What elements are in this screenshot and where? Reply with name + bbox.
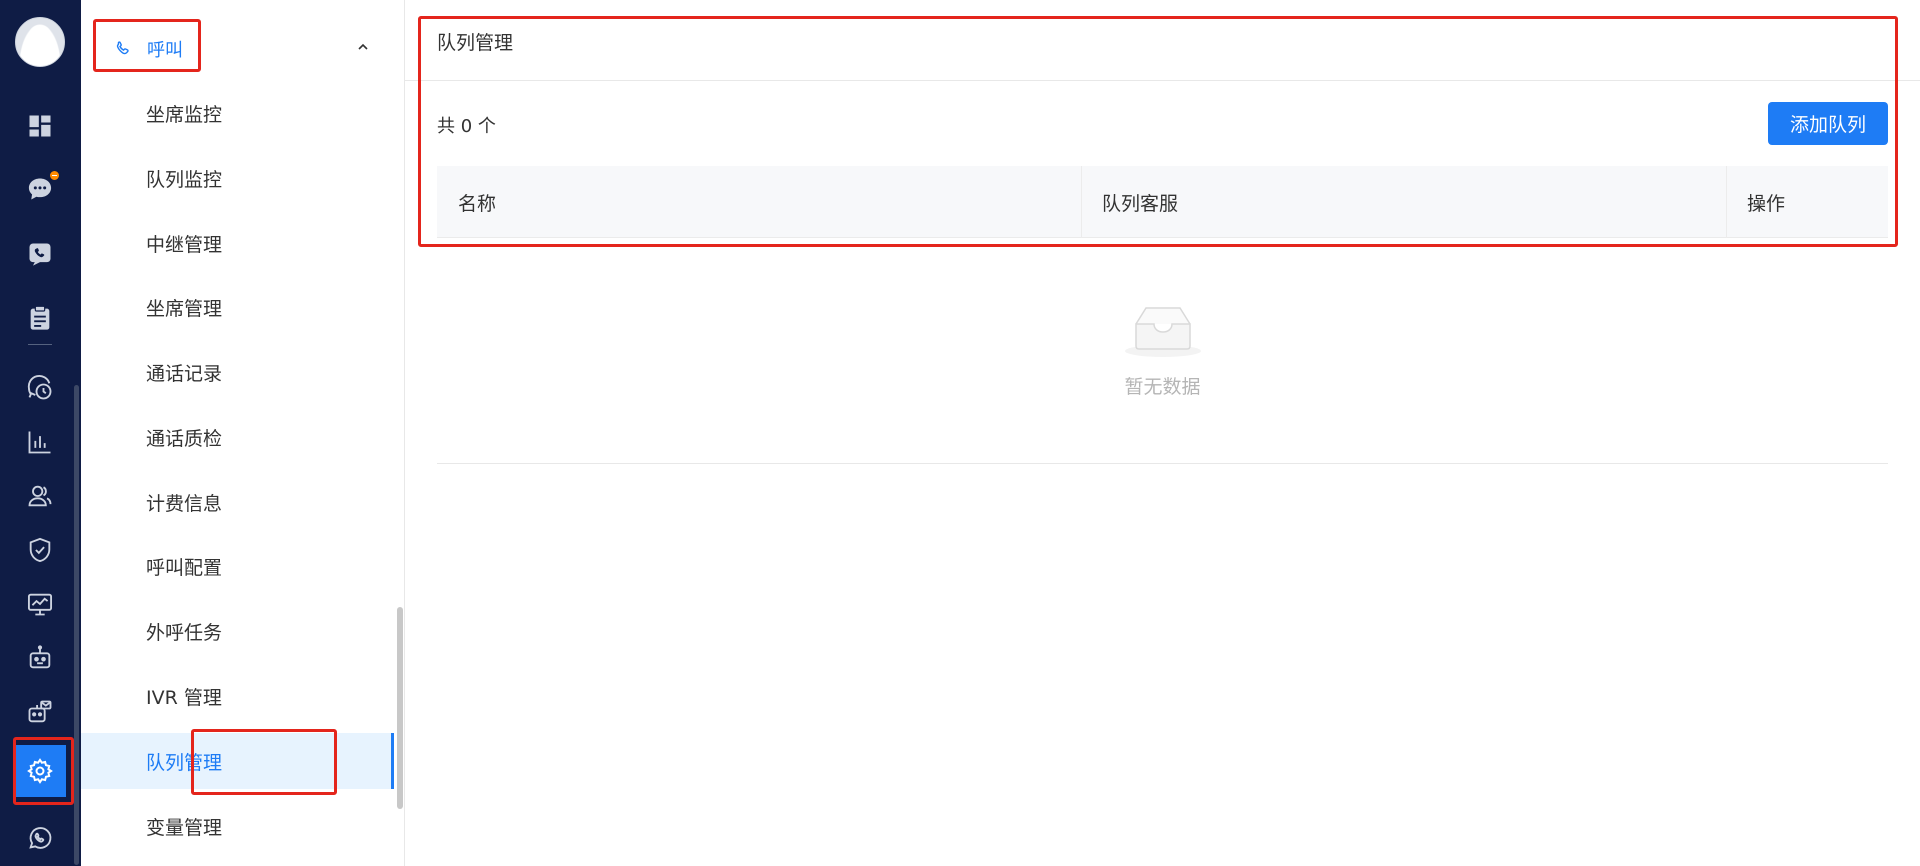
- bot-mail-icon[interactable]: [14, 686, 66, 738]
- table-empty-state: 暂无数据: [437, 238, 1888, 464]
- empty-text: 暂无数据: [1124, 376, 1201, 398]
- menu-item-label: IVR 管理: [146, 686, 222, 709]
- menu-item-agent-management[interactable]: 坐席管理: [81, 279, 394, 335]
- whatsapp-icon[interactable]: [14, 812, 66, 864]
- empty-box-icon: [1125, 307, 1201, 357]
- menu-item-call-config[interactable]: 呼叫配置: [81, 538, 394, 594]
- menu-item-label: 坐席监控: [146, 103, 223, 126]
- highlight-box-content: [418, 16, 1898, 247]
- dashboard-icon[interactable]: [14, 100, 66, 152]
- chat-icon[interactable]: [14, 163, 66, 215]
- avatar[interactable]: [15, 17, 65, 67]
- rail-scrollbar[interactable]: [74, 385, 79, 865]
- history-icon[interactable]: [14, 362, 66, 414]
- menu-item-call-quality[interactable]: 通话质检: [81, 409, 394, 465]
- phone-chat-icon[interactable]: [14, 228, 66, 280]
- menu-item-agent-monitor[interactable]: 坐席监控: [81, 85, 394, 141]
- menu-item-variable-management[interactable]: 变量管理: [81, 798, 394, 854]
- chevron-up-icon[interactable]: [356, 40, 370, 54]
- bar-chart-icon[interactable]: [14, 416, 66, 468]
- menu-item-label: 计费信息: [146, 492, 223, 515]
- menu-item-label: 通话质检: [146, 427, 223, 450]
- menu-item-label: 通话记录: [146, 362, 223, 385]
- monitor-icon[interactable]: [14, 578, 66, 630]
- menu-item-label: 呼叫配置: [146, 556, 223, 579]
- highlight-box-menu-item: [191, 729, 337, 795]
- menu-item-label: 中继管理: [146, 233, 223, 256]
- clipboard-icon[interactable]: [14, 292, 66, 344]
- menu-item-label: 变量管理: [146, 816, 223, 839]
- menu-item-label: 坐席管理: [146, 297, 223, 320]
- notification-badge: [48, 169, 61, 182]
- robot-icon[interactable]: [14, 632, 66, 684]
- menu-item-label: 外呼任务: [146, 621, 223, 644]
- menu-item-ivr-management[interactable]: IVR 管理: [81, 668, 394, 724]
- menu-item-label: 队列监控: [146, 168, 223, 191]
- users-icon[interactable]: [14, 470, 66, 522]
- menu-item-outbound-tasks[interactable]: 外呼任务: [81, 603, 394, 659]
- rail-divider: [28, 344, 52, 345]
- menu-scrollbar[interactable]: [397, 607, 403, 809]
- menu-item-trunk-management[interactable]: 中继管理: [81, 215, 394, 271]
- menu-item-billing-info[interactable]: 计费信息: [81, 474, 394, 530]
- sidebar-menu: 呼叫 坐席监控 队列监控 中继管理 坐席管理 通话记录 通话质检 计费信息 呼叫…: [81, 0, 405, 866]
- menu-item-call-records[interactable]: 通话记录: [81, 344, 394, 400]
- highlight-box-settings: [13, 737, 74, 805]
- highlight-box-menu-group: [93, 19, 201, 72]
- shield-icon[interactable]: [14, 524, 66, 576]
- menu-item-queue-monitor[interactable]: 队列监控: [81, 150, 394, 206]
